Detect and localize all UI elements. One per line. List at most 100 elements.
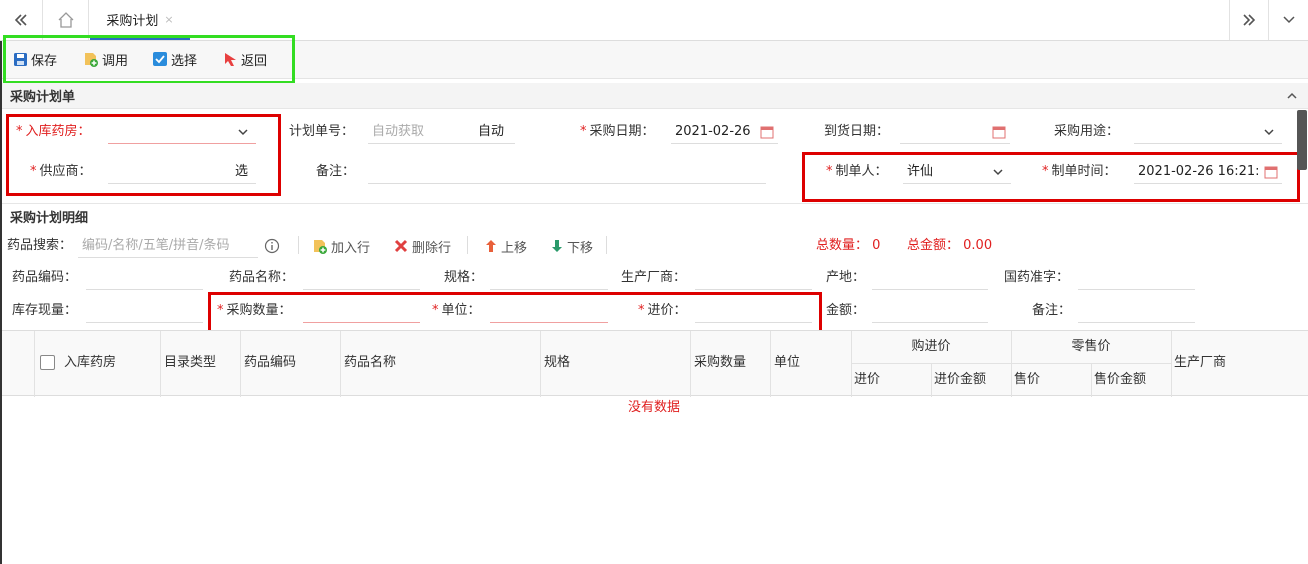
col-drug-code[interactable]: 药品编码 <box>244 353 296 373</box>
warehouse-select[interactable] <box>108 120 256 144</box>
plan-section-header: 采购计划单 <box>0 83 1308 109</box>
remark-label: 备注： <box>316 164 356 179</box>
approval-field <box>1078 266 1195 290</box>
drug-search-input[interactable]: 编码/名称/五笔/拼音/条码 <box>78 234 258 258</box>
plan-no-mode: 自动 <box>478 124 505 139</box>
chevron-down-icon <box>1264 129 1274 136</box>
select-all-checkbox[interactable] <box>40 355 55 370</box>
calendar-icon[interactable] <box>760 125 774 139</box>
back-arrow-icon <box>225 53 236 66</box>
plan-no-label: 计划单号： <box>289 124 355 139</box>
qty-input[interactable] <box>303 299 420 323</box>
info-icon[interactable] <box>264 238 280 254</box>
add-row-button[interactable]: 加入行 <box>312 236 370 256</box>
approval-label: 国药准字： <box>1004 270 1070 285</box>
col-retail-price[interactable]: 售价 <box>1014 370 1040 390</box>
qty-label: * 采购数量： <box>217 303 292 318</box>
arrival-date-field[interactable] <box>900 120 1010 144</box>
total-amount: 总金额： 0.00 <box>907 238 993 253</box>
col-unit[interactable]: 单位 <box>774 353 800 373</box>
purchase-date-label: * 采购日期： <box>580 124 655 139</box>
calendar-icon[interactable] <box>1264 165 1278 179</box>
amount-label: 金额： <box>826 303 866 318</box>
col-qty[interactable]: 采购数量 <box>694 353 746 373</box>
drug-code-field <box>86 266 203 290</box>
col-spec[interactable]: 规格 <box>544 353 570 373</box>
arrival-date-label: 到货日期： <box>824 124 890 139</box>
save-button[interactable]: 保存 <box>13 49 57 69</box>
home-button[interactable] <box>43 0 88 40</box>
drug-code-label: 药品编码： <box>12 270 78 285</box>
toolbar: 保存 调用 选择 返回 <box>0 41 1308 79</box>
col-warehouse[interactable]: 入库药房 <box>64 353 116 373</box>
creator-select[interactable]: 许仙 <box>903 160 1011 184</box>
tab-label: 采购计划 <box>106 13 159 29</box>
remark-input[interactable] <box>368 160 766 184</box>
purchase-date-field[interactable]: 2021-02-26 <box>671 120 778 144</box>
col-maker[interactable]: 生产厂商 <box>1174 353 1226 373</box>
home-icon <box>58 12 73 28</box>
scrollbar-thumb[interactable] <box>1297 110 1307 170</box>
create-time-label: * 制单时间： <box>1042 164 1117 179</box>
arrow-up-icon <box>486 240 496 252</box>
chevron-down-icon <box>238 129 248 136</box>
detail-section-header: 采购计划明细 <box>0 203 1308 229</box>
arrow-down-icon <box>552 240 562 252</box>
move-down-button[interactable]: 下移 <box>550 236 593 256</box>
move-up-button[interactable]: 上移 <box>484 236 527 256</box>
scroll-right-button[interactable] <box>1230 0 1268 40</box>
drug-name-label: 药品名称： <box>229 270 295 285</box>
tab-menu-button[interactable] <box>1269 0 1308 40</box>
col-catalog-type[interactable]: 目录类型 <box>164 353 216 373</box>
creator-label: * 制单人： <box>826 164 888 179</box>
supplier-select-button[interactable]: 选 <box>235 160 248 183</box>
drug-name-field <box>303 266 420 290</box>
delete-row-button[interactable]: 删除行 <box>393 236 451 256</box>
add-file-icon <box>85 53 98 67</box>
scroll-left-button[interactable] <box>0 0 42 40</box>
select-button[interactable]: 选择 <box>152 49 197 69</box>
plan-no-field[interactable]: 自动获取 自动 <box>368 120 515 144</box>
purpose-label: 采购用途： <box>1054 124 1120 139</box>
detail-remark-label: 备注： <box>1032 303 1072 318</box>
supplier-label: * 供应商： <box>30 164 92 179</box>
back-button[interactable]: 返回 <box>222 49 267 69</box>
create-time-field[interactable]: 2021-02-26 16:21: <box>1134 160 1282 184</box>
col-purchase-price[interactable]: 进价 <box>854 370 880 390</box>
drug-search-label: 药品搜索： <box>7 238 73 253</box>
detail-grid-header: 入库药房 目录类型 药品编码 药品名称 规格 采购数量 单位 购进价 零售价 进… <box>0 330 1308 397</box>
chevron-down-icon <box>1282 16 1295 24</box>
tab-close-icon[interactable]: × <box>164 13 173 26</box>
back-label: 返回 <box>241 53 268 69</box>
spec-field <box>490 266 608 290</box>
empty-message: 没有数据 <box>627 400 680 415</box>
window-edge <box>0 41 2 564</box>
unit-label: * 单位： <box>432 303 481 318</box>
delete-x-icon <box>394 239 408 253</box>
price-label: * 进价： <box>638 303 687 318</box>
calendar-icon[interactable] <box>992 125 1006 139</box>
price-input[interactable] <box>695 299 812 323</box>
save-label: 保存 <box>31 53 58 69</box>
group-retail-price: 零售价 <box>1071 339 1111 354</box>
maker-field <box>695 266 812 290</box>
origin-field <box>872 266 988 290</box>
double-chevron-right-icon <box>1243 14 1256 26</box>
col-purchase-amount[interactable]: 进价金额 <box>934 370 986 390</box>
purpose-select[interactable] <box>1134 120 1282 144</box>
detail-remark-input[interactable] <box>1078 299 1195 323</box>
supplier-field[interactable]: 选 <box>108 160 256 184</box>
invoke-button[interactable]: 调用 <box>83 49 128 69</box>
origin-label: 产地： <box>826 270 866 285</box>
col-drug-name[interactable]: 药品名称 <box>344 353 396 373</box>
select-label: 选择 <box>171 53 198 69</box>
col-retail-amount[interactable]: 售价金额 <box>1094 370 1146 390</box>
tab-purchase-plan[interactable]: 采购计划 × <box>90 0 190 40</box>
group-purchase-price: 购进价 <box>911 339 951 354</box>
add-file-icon <box>314 240 327 254</box>
tab-bar: 采购计划 × <box>0 0 1308 41</box>
spec-label: 规格： <box>444 270 484 285</box>
chevron-up-icon[interactable] <box>1286 90 1298 102</box>
unit-input[interactable] <box>490 299 608 323</box>
stock-label: 库存现量： <box>12 303 78 318</box>
